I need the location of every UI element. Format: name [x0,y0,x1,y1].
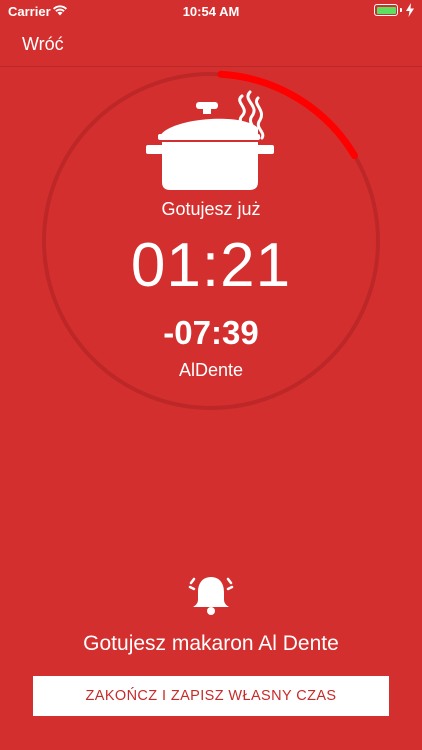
remaining-time: -07:39 [163,314,259,351]
finish-and-save-button[interactable]: ZAKOŃCZ I ZAPISZ WŁASNY CZAS [33,676,389,716]
cooking-message: Gotujesz makaron Al Dente [83,632,339,655]
doneness-label: AlDente [178,360,244,380]
elapsed-time: 01:21 [130,231,292,300]
cooking-label: Gotujesz już [161,199,261,219]
pot-icon [146,90,274,190]
bell-icon [188,577,234,615]
